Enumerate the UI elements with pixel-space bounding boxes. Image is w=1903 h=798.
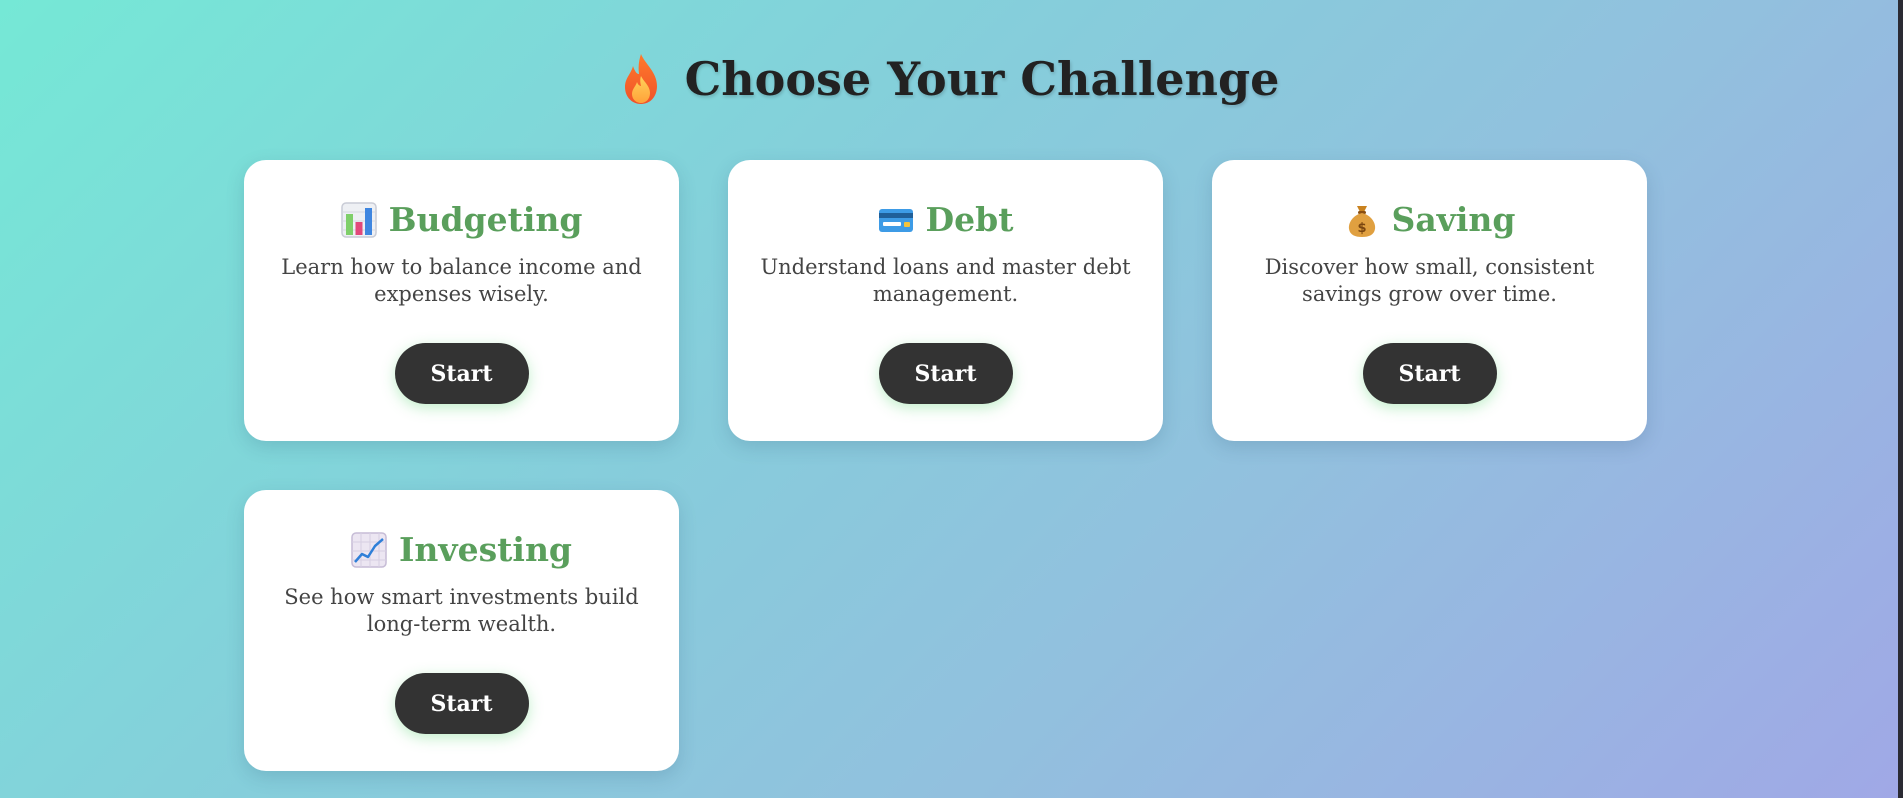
money-bag-icon: $	[1348, 205, 1375, 237]
fire-icon	[624, 54, 657, 104]
start-button-budgeting[interactable]: Start	[394, 343, 529, 404]
bar-chart-icon	[340, 201, 377, 238]
card-description: See how smart investments build long-ter…	[284, 585, 639, 636]
card-heading: $ Saving	[1212, 200, 1647, 239]
start-button-saving[interactable]: Start	[1362, 343, 1497, 404]
card-heading: Debt	[728, 200, 1163, 239]
start-button-debt[interactable]: Start	[878, 343, 1013, 404]
page-title: Choose Your Challenge	[684, 52, 1280, 106]
window-edge	[1898, 0, 1903, 798]
card-title-budgeting: Budgeting	[388, 200, 583, 239]
card-title-saving: Saving	[1391, 200, 1516, 239]
challenge-card-saving: $ Saving Discover how small, consistent …	[1212, 160, 1647, 441]
card-description: Learn how to balance income and expenses…	[281, 255, 642, 306]
card-title-investing: Investing	[398, 530, 573, 569]
challenge-card-budgeting: Budgeting Learn how to balance income an…	[244, 160, 679, 441]
svg-text:$: $	[1357, 221, 1366, 236]
card-heading: Budgeting	[244, 200, 679, 239]
start-button-investing[interactable]: Start	[394, 673, 529, 734]
challenge-card-debt: Debt Understand loans and master debt ma…	[728, 160, 1163, 441]
credit-card-icon	[878, 208, 913, 232]
challenge-card-investing: Investing See how smart investments buil…	[244, 490, 679, 771]
challenge-grid: Budgeting Learn how to balance income an…	[244, 160, 1648, 771]
card-title-debt: Debt	[925, 200, 1014, 239]
card-description: Understand loans and master debt managem…	[760, 255, 1131, 306]
chart-increasing-icon	[351, 531, 387, 568]
card-description: Discover how small, consistent savings g…	[1264, 255, 1595, 306]
page-header: Choose Your Challenge	[0, 52, 1898, 106]
card-heading: Investing	[244, 530, 679, 569]
